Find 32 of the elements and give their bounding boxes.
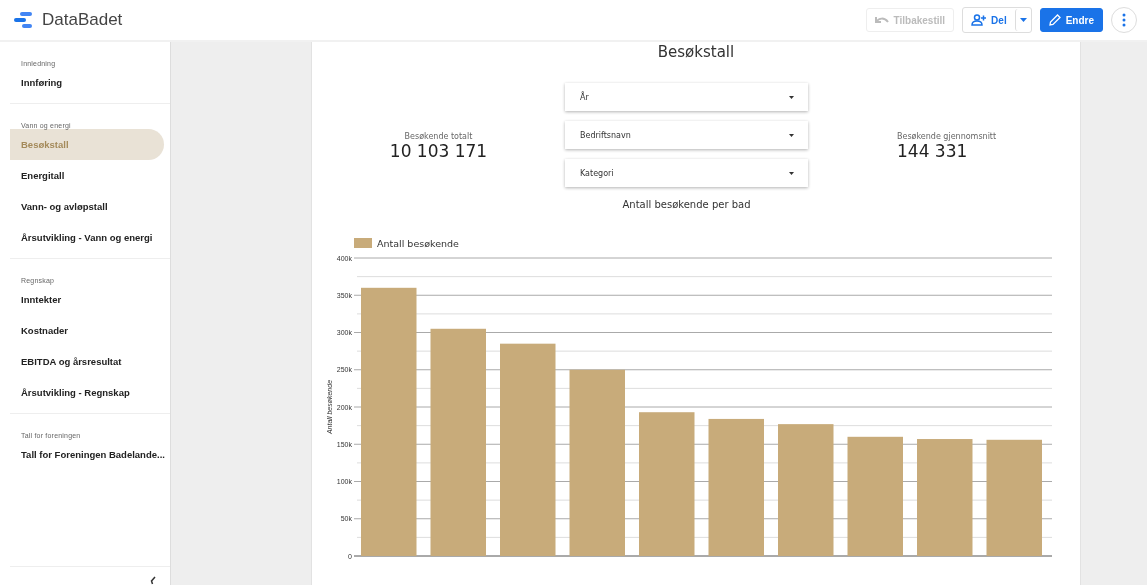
kpi-value: 10 103 171	[389, 141, 488, 161]
nav-item[interactable]: Kostnader	[10, 315, 164, 346]
nav-item[interactable]: Årsutvikling - Vann og energi	[10, 222, 164, 253]
caret-icon	[1019, 18, 1027, 22]
caret-icon	[789, 133, 794, 137]
caret-icon	[789, 95, 794, 99]
nav-item[interactable]: Tall for Foreningen Badelande...	[10, 439, 164, 470]
nav-item[interactable]: EBITDA og årsresultat	[10, 346, 164, 377]
more-icon	[1122, 13, 1126, 27]
edit-button[interactable]: Endre	[1039, 8, 1103, 32]
filter-dropdown[interactable]: År	[565, 83, 808, 111]
legend-label: Antall besøkende	[377, 238, 460, 249]
caret-icon	[789, 171, 794, 175]
app-title: DataBadet	[42, 10, 123, 30]
nav-item[interactable]: Energitall	[10, 160, 164, 191]
kpi-value: 144 331	[897, 141, 969, 161]
report-title: Besøkstall	[656, 42, 736, 61]
filter-dropdown[interactable]: Bedriftsnavn	[565, 121, 808, 149]
pencil-icon	[1048, 14, 1061, 26]
filter-dropdown[interactable]: Kategori	[565, 159, 808, 187]
undo-icon	[874, 15, 889, 25]
nav-item[interactable]: Årsutvikling - Regnskap	[10, 377, 164, 408]
chart-legend: Antall besøkende	[354, 238, 459, 249]
nav-item[interactable]: Innføring	[10, 67, 164, 98]
logo-icon	[14, 12, 34, 28]
kpi-label: Besøkende gjennomsnitt	[897, 132, 997, 141]
kpi-label: Besøkende totalt	[404, 132, 473, 141]
nav-item[interactable]: Vann- og avløpstall	[10, 191, 164, 222]
nav-item[interactable]: Inntekter	[10, 284, 164, 315]
chart-title: Antall besøkende per bad	[622, 199, 751, 210]
add-person-icon	[971, 14, 987, 26]
collapse-icon[interactable]	[150, 576, 156, 585]
